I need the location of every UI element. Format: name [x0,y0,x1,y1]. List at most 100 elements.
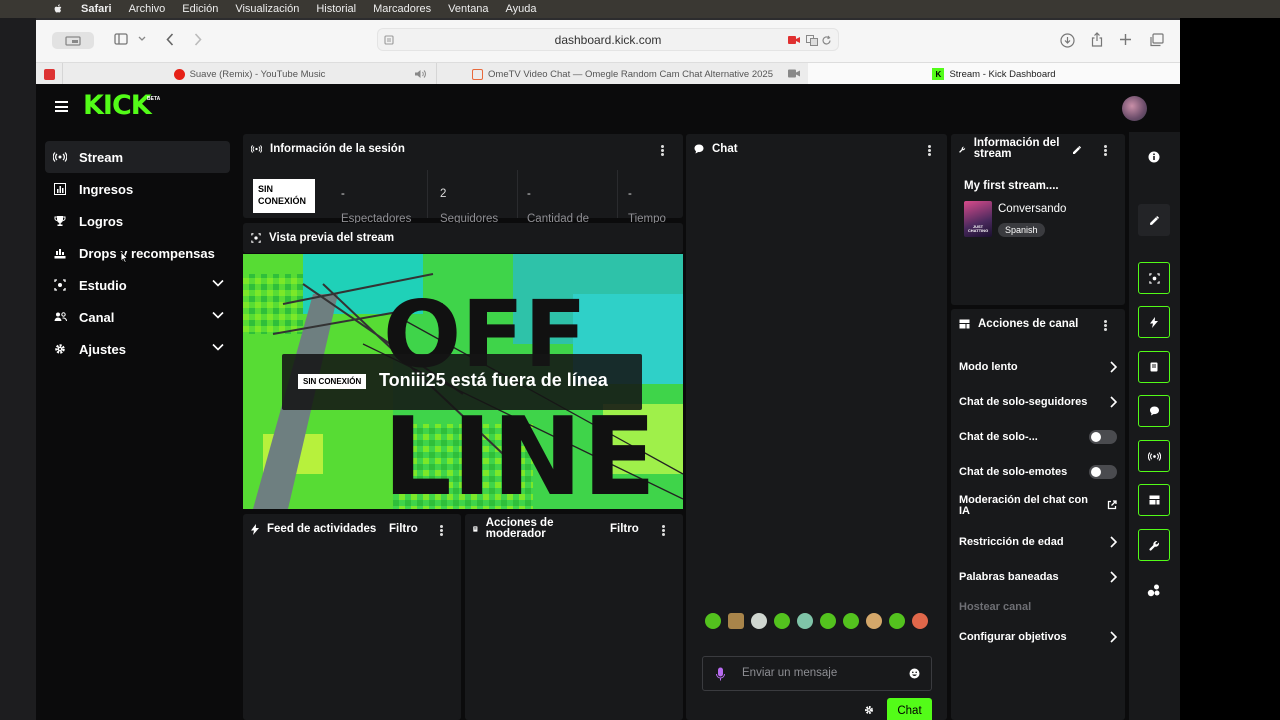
menu-archivo[interactable]: Archivo [129,3,166,15]
hamburger-menu-icon[interactable] [55,101,68,112]
emote-icon[interactable] [728,613,744,629]
offline-badge: SIN CONEXIÓN [298,374,367,389]
mouse-cursor-icon [120,251,129,263]
speaker-icon[interactable] [414,69,426,79]
forward-button[interactable] [194,33,202,46]
tab-bar: Suave (Remix) - YouTube Music OmeTV Vide… [36,62,1180,85]
chat-toggle-button[interactable] [1138,395,1170,427]
sidebar-item-estudio[interactable]: Estudio [45,269,230,301]
kebab-menu-icon[interactable] [661,145,664,156]
menu-visualizacion[interactable]: Visualización [235,3,299,15]
pinned-tab[interactable] [36,63,62,85]
sidebar-item-logros[interactable]: Logros [45,205,230,237]
emoji-icon[interactable] [909,668,920,679]
chat-input[interactable]: Enviar un mensaje [702,656,932,691]
sidebar-item-ajustes[interactable]: Ajustes [45,333,230,365]
action-banned-words[interactable]: Palabras baneadas [959,571,1117,583]
menu-historial[interactable]: Historial [316,3,356,15]
tab-kick-dashboard[interactable]: K Stream - Kick Dashboard [808,63,1180,85]
menu-ayuda[interactable]: Ayuda [506,3,537,15]
edit-layout-button[interactable] [1138,204,1170,236]
chat-settings-gear-icon[interactable] [864,705,874,715]
stream-category[interactable]: Conversando [998,203,1066,215]
add-widget-icon[interactable] [1147,584,1161,597]
new-tab-button[interactable] [1119,33,1132,46]
emote-icon[interactable] [912,613,928,629]
toggle-switch[interactable] [1089,465,1117,479]
emote-icon[interactable] [751,613,767,629]
stat-value: 2 [440,188,447,200]
action-emotes-only[interactable]: Chat de solo-emotes [959,465,1117,479]
kebab-menu-icon[interactable] [1104,145,1107,156]
apple-icon[interactable] [52,3,64,15]
tab-overview-button[interactable] [1149,33,1164,47]
sidebar-menu-chevron[interactable] [138,36,146,42]
action-host-channel[interactable]: Hostear canal [959,601,1117,613]
kebab-menu-icon[interactable] [928,145,931,156]
gift-icon [53,246,67,260]
filter-button[interactable]: Filtro [389,523,418,535]
kick-header: KICK BETA [36,84,1180,132]
filter-button[interactable]: Filtro [610,523,639,535]
emote-icon[interactable] [820,613,836,629]
category-thumbnail[interactable]: JUST CHATTING [964,201,992,237]
chevron-down-icon[interactable] [212,311,224,319]
stream-info-toggle-button[interactable] [1138,529,1170,561]
action-age-restriction[interactable]: Restricción de edad [959,536,1117,548]
profile-button[interactable] [52,32,94,49]
sidebar-item-drops[interactable]: Drops y recompensas [45,237,230,269]
menu-app-name[interactable]: Safari [81,3,112,15]
kebab-menu-icon[interactable] [662,525,665,536]
menu-ventana[interactable]: Ventana [448,3,488,15]
edit-pencil-icon[interactable] [1072,145,1082,155]
tab-youtube-music[interactable]: Suave (Remix) - YouTube Music [62,63,436,85]
stream-preview-toggle-button[interactable] [1138,262,1170,294]
session-info-panel: Información de la sesión SIN CONEXIÓN - … [243,134,683,225]
action-ai-moderation[interactable]: Moderación del chat con IA [959,495,1117,517]
action-subscribers-only[interactable]: Chat de solo-... [959,430,1117,444]
action-slow-mode[interactable]: Modo lento [959,361,1117,373]
microphone-icon[interactable] [716,667,725,681]
emote-icon[interactable] [889,613,905,629]
translate-icon[interactable] [806,35,818,46]
channel-actions-toggle-button[interactable] [1138,484,1170,516]
sidebar-item-ingresos[interactable]: Ingresos [45,173,230,205]
info-icon[interactable] [1148,151,1160,163]
reload-icon[interactable] [821,35,832,46]
emote-icon[interactable] [705,613,721,629]
downloads-button[interactable] [1060,33,1075,48]
emote-icon[interactable] [797,613,813,629]
action-followers-only[interactable]: Chat de solo-seguidores [959,396,1117,408]
mod-actions-toggle-button[interactable] [1138,351,1170,383]
moderation-icon [959,319,970,329]
camera-recording-icon[interactable] [788,35,800,45]
kick-logo[interactable]: KICK [83,90,152,121]
emote-icon[interactable] [866,613,882,629]
toggle-switch[interactable] [1089,430,1117,444]
kebab-menu-icon[interactable] [440,525,443,536]
emote-icon[interactable] [843,613,859,629]
emote-icon[interactable] [774,613,790,629]
action-set-goals[interactable]: Configurar objetivos [959,631,1117,643]
menu-marcadores[interactable]: Marcadores [373,3,431,15]
activity-feed-toggle-button[interactable] [1138,306,1170,338]
sidebar-item-stream[interactable]: Stream [45,141,230,173]
chevron-down-icon[interactable] [212,279,224,287]
chevron-down-icon[interactable] [212,343,224,351]
session-info-toggle-button[interactable] [1138,440,1170,472]
back-button[interactable] [166,33,174,46]
kebab-menu-icon[interactable] [1104,320,1107,331]
stream-preview-image[interactable]: OFF LINE SIN CONEXIÓN Toniii25 está fuer… [243,254,683,509]
menu-edicion[interactable]: Edición [182,3,218,15]
sidebar-item-canal[interactable]: Canal [45,301,230,333]
panel-title: Información del stream [973,137,1060,160]
tab-ometv[interactable]: OmeTV Video Chat — Omegle Random Cam Cha… [436,63,808,85]
send-chat-button[interactable]: Chat [887,698,932,720]
share-button[interactable] [1091,32,1103,47]
sidebar-item-label: Stream [79,149,124,165]
user-avatar[interactable] [1122,96,1147,121]
camera-icon[interactable] [788,69,800,78]
sidebar-toggle-button[interactable] [114,33,128,45]
broadcast-icon [53,150,67,164]
address-bar[interactable]: dashboard.kick.com [377,28,839,51]
